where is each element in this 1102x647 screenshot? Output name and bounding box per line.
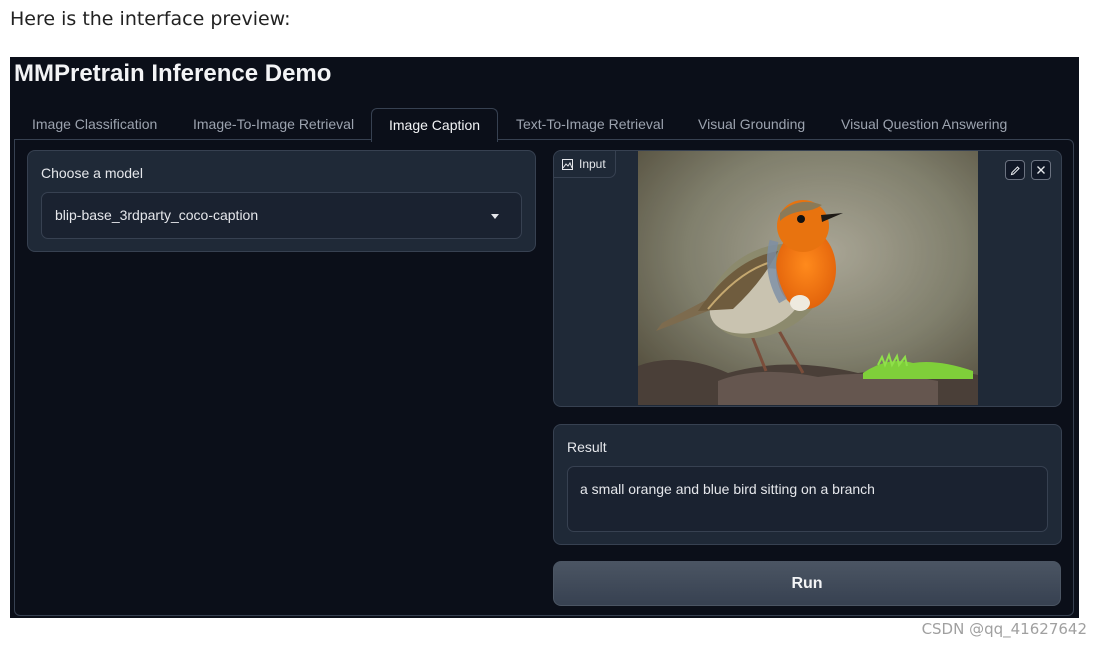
model-dropdown-value: blip-base_3rdparty_coco-caption bbox=[55, 207, 259, 223]
tab-visual-grounding[interactable]: Visual Grounding bbox=[698, 108, 805, 140]
run-button[interactable]: Run bbox=[553, 561, 1061, 606]
result-label: Result bbox=[567, 439, 607, 455]
input-label-tag: Input bbox=[554, 151, 616, 178]
result-block: Result a small orange and blue bird sitt… bbox=[553, 424, 1062, 545]
robin-photo bbox=[638, 151, 978, 405]
pencil-icon bbox=[1010, 165, 1020, 175]
tab-image-caption[interactable]: Image Caption bbox=[371, 108, 499, 142]
model-dropdown[interactable]: blip-base_3rdparty_coco-caption bbox=[41, 192, 522, 239]
edit-image-button[interactable] bbox=[1005, 160, 1025, 180]
tab-bar: Image Classification Image-To-Image Retr… bbox=[14, 108, 1076, 142]
tab-image-to-image-retrieval[interactable]: Image-To-Image Retrieval bbox=[193, 108, 354, 140]
tab-image-classification[interactable]: Image Classification bbox=[32, 108, 157, 140]
result-textbox[interactable]: a small orange and blue bird sitting on … bbox=[567, 466, 1048, 532]
input-label: Input bbox=[579, 157, 606, 171]
caret-down-icon bbox=[491, 214, 499, 219]
image-icon bbox=[562, 158, 573, 170]
watermark: CSDN @qq_41627642 bbox=[921, 620, 1087, 638]
tab-visual-question-answering[interactable]: Visual Question Answering bbox=[841, 108, 1007, 140]
tab-text-to-image-retrieval[interactable]: Text-To-Image Retrieval bbox=[516, 108, 664, 140]
demo-app: MMPretrain Inference Demo Image Classifi… bbox=[10, 57, 1079, 618]
close-icon bbox=[1037, 166, 1045, 174]
input-image[interactable] bbox=[638, 151, 978, 405]
result-text: a small orange and blue bird sitting on … bbox=[580, 481, 875, 497]
model-selector-block: Choose a model blip-base_3rdparty_coco-c… bbox=[27, 150, 536, 252]
model-selector-label: Choose a model bbox=[41, 165, 143, 181]
app-title: MMPretrain Inference Demo bbox=[14, 60, 332, 87]
input-image-block: Input bbox=[553, 150, 1062, 407]
clear-image-button[interactable] bbox=[1031, 160, 1051, 180]
intro-text: Here is the interface preview: bbox=[10, 8, 291, 30]
